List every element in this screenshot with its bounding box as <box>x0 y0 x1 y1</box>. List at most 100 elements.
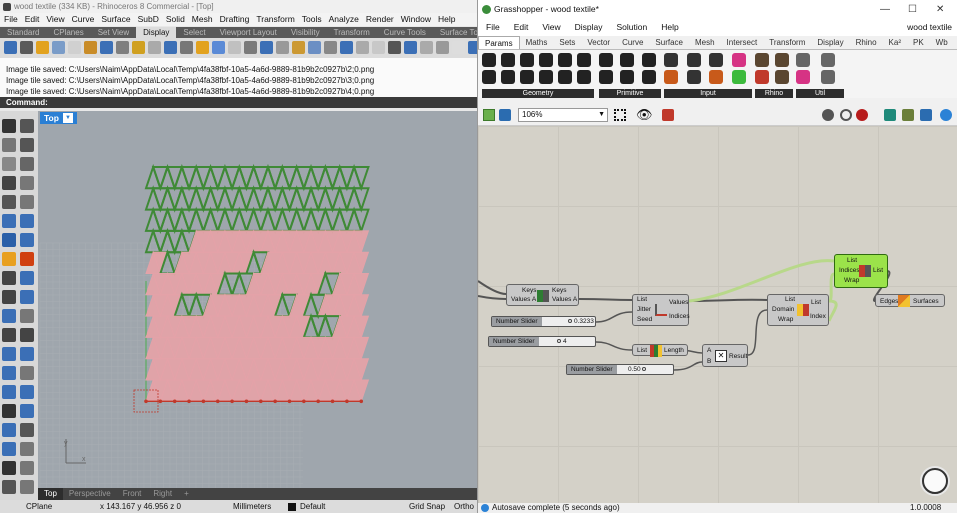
status-layer[interactable]: Default <box>300 500 325 513</box>
side-tool-icon[interactable] <box>2 404 16 418</box>
side-tool-icon[interactable] <box>20 461 34 475</box>
canvas-navigation-icon[interactable] <box>922 468 948 494</box>
display-tool-icon[interactable] <box>340 41 353 54</box>
input-seed[interactable]: Seed <box>637 316 652 323</box>
mesh-triangle[interactable] <box>151 187 169 213</box>
display-tool-icon[interactable] <box>148 41 161 54</box>
mesh-triangle[interactable] <box>202 163 220 190</box>
command-prompt[interactable]: Command: <box>0 97 477 108</box>
input-jitter[interactable]: Jitter <box>637 306 651 313</box>
gh-canvas[interactable]: Keys Values A Keys Values A List Jitter … <box>478 126 957 503</box>
component-icon[interactable] <box>686 70 701 84</box>
mesh-triangle[interactable] <box>259 206 277 232</box>
mesh-triangle[interactable] <box>158 206 177 232</box>
mesh-triangle[interactable] <box>216 185 234 211</box>
side-tool-icon[interactable] <box>20 195 34 209</box>
display-tool-icon[interactable] <box>100 41 113 54</box>
mesh-triangle[interactable] <box>273 185 291 211</box>
bake-icon[interactable] <box>884 109 896 121</box>
mesh-triangle[interactable] <box>187 185 205 211</box>
display-tool-icon[interactable] <box>468 41 477 54</box>
mesh-triangle[interactable] <box>309 187 327 213</box>
display-tool-icon[interactable] <box>20 41 33 54</box>
mesh-triangle[interactable] <box>223 272 241 298</box>
mesh-triangle[interactable] <box>230 163 248 190</box>
menu-file[interactable]: File <box>4 13 18 26</box>
component-icon[interactable] <box>709 53 723 67</box>
mesh-triangle[interactable] <box>252 187 270 213</box>
mesh-triangle[interactable] <box>180 208 198 235</box>
component-icon[interactable] <box>501 53 515 67</box>
menu-tools[interactable]: Tools <box>302 13 322 26</box>
input-wrap[interactable]: Wrap <box>844 277 859 284</box>
side-tool-icon[interactable] <box>20 385 34 399</box>
component-icon[interactable] <box>796 53 810 67</box>
side-tool-icon[interactable] <box>20 404 34 418</box>
slider-grip[interactable] <box>568 319 572 323</box>
mesh-triangle[interactable] <box>223 187 241 213</box>
mesh-triangle[interactable] <box>166 208 184 235</box>
mesh-triangle[interactable] <box>331 206 349 232</box>
preview-selected-icon[interactable] <box>902 109 914 121</box>
gh-menu-help[interactable]: Help <box>661 19 678 36</box>
display-tool-icon[interactable] <box>132 41 145 54</box>
display-tool-icon[interactable] <box>52 41 65 54</box>
mesh-triangle[interactable] <box>166 229 184 256</box>
output-keys[interactable]: Keys <box>552 287 566 294</box>
mesh-triangle[interactable] <box>266 166 284 192</box>
component-icon[interactable] <box>775 53 789 67</box>
slider-grip[interactable] <box>557 339 561 343</box>
side-tool-icon[interactable] <box>2 423 16 437</box>
mesh-triangle[interactable] <box>173 185 191 211</box>
tab-display[interactable]: Display <box>136 27 177 38</box>
zoom-select[interactable]: 106% ▼ <box>518 108 608 122</box>
side-tool-icon[interactable] <box>20 157 34 171</box>
display-tool-icon[interactable] <box>260 41 273 54</box>
side-tool-icon[interactable] <box>2 119 16 133</box>
menu-render[interactable]: Render <box>366 13 394 26</box>
menu-mesh[interactable]: Mesh <box>192 13 213 26</box>
input-list[interactable]: List <box>785 296 795 303</box>
mesh-triangle[interactable] <box>216 206 234 232</box>
display-tool-icon[interactable] <box>292 41 305 54</box>
mesh-triangle[interactable] <box>280 166 299 192</box>
component-icon[interactable] <box>641 70 656 84</box>
display-tool-icon[interactable] <box>4 41 17 54</box>
mesh-triangle[interactable] <box>302 163 320 190</box>
output-index[interactable]: Index <box>810 313 826 320</box>
component-icon[interactable] <box>520 53 534 67</box>
jitter-component[interactable]: List Jitter Seed Values Indices <box>632 294 690 326</box>
mesh-triangle[interactable] <box>202 185 220 211</box>
sketch-icon[interactable] <box>662 109 674 121</box>
mesh-triangle[interactable] <box>187 206 205 232</box>
mesh-triangle[interactable] <box>194 187 212 213</box>
side-tool-icon[interactable] <box>20 366 34 380</box>
mesh-triangle[interactable] <box>352 187 370 213</box>
menu-window[interactable]: Window <box>401 13 431 26</box>
mesh-triangle[interactable] <box>158 185 177 211</box>
side-tool-icon[interactable] <box>20 233 34 247</box>
mesh-triangle[interactable] <box>316 312 334 339</box>
side-tool-icon[interactable] <box>2 366 16 380</box>
preview-mesh-icon[interactable] <box>920 109 932 121</box>
side-tool-icon[interactable] <box>2 195 16 209</box>
component-icon[interactable] <box>731 70 746 84</box>
component-icon[interactable] <box>501 70 515 84</box>
gh-tab-mesh[interactable]: Mesh <box>689 36 721 49</box>
component-icon[interactable] <box>731 53 746 67</box>
mesh-triangle[interactable] <box>309 208 327 235</box>
component-icon[interactable] <box>620 53 635 67</box>
gh-menu-display[interactable]: Display <box>575 19 603 36</box>
viewport-tab-top[interactable]: Top <box>38 488 63 500</box>
gh-tab-params[interactable]: Params <box>478 36 520 49</box>
side-tool-icon[interactable] <box>20 442 34 456</box>
mesh-triangle[interactable] <box>230 185 248 211</box>
output-list[interactable]: List <box>873 267 883 274</box>
status-ortho[interactable]: Ortho <box>454 500 474 513</box>
display-tool-icon[interactable] <box>388 41 401 54</box>
mesh-triangle[interactable] <box>144 163 162 190</box>
mesh-triangle[interactable] <box>302 206 320 232</box>
mesh-triangle[interactable] <box>144 227 162 254</box>
component-icon[interactable] <box>558 70 572 84</box>
mesh-triangle[interactable] <box>266 187 284 213</box>
